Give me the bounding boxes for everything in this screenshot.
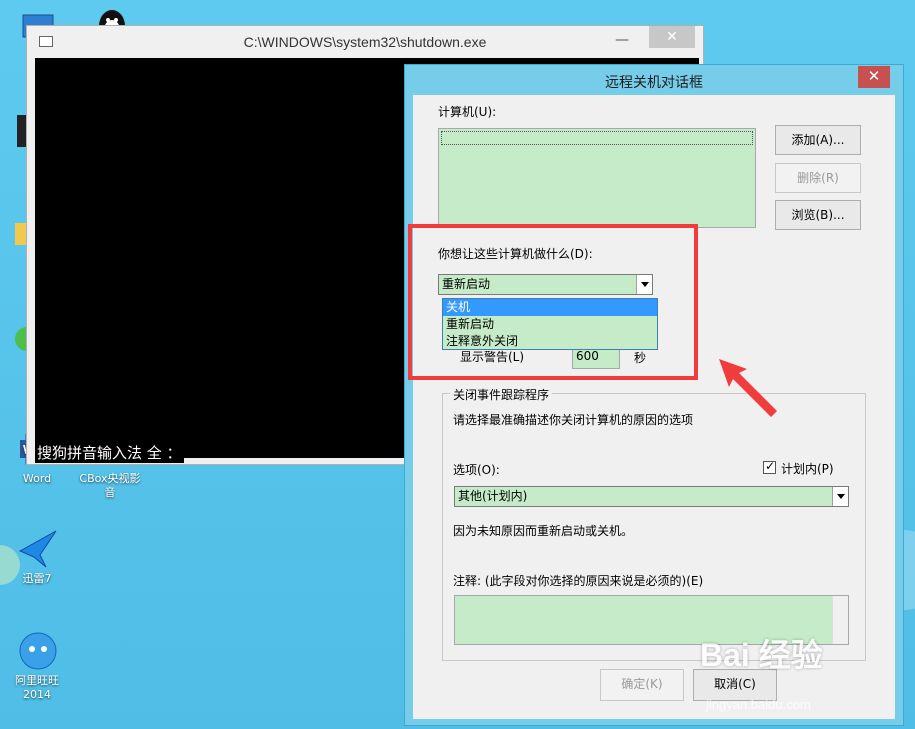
computers-label: 计算机(U): — [438, 105, 497, 119]
add-button[interactable]: 添加(A)... — [775, 125, 861, 155]
desktop-icon-label: CBox央视影音 — [79, 472, 141, 499]
reason-selected-value: 其他(计划内) — [458, 489, 528, 503]
browse-button[interactable]: 浏览(B)... — [775, 200, 861, 230]
computers-list-focus — [441, 131, 753, 145]
shutdown-event-tracker-group: 关闭事件跟踪程序 请选择最准确描述你关闭计算机的原因的选项 选项(O): 计划内… — [442, 386, 866, 661]
tracker-description: 请选择最准确描述你关闭计算机的原因的选项 — [453, 413, 694, 427]
console-titlebar[interactable]: C:\WINDOWS\system32\shutdown.exe — ✕ — [27, 26, 703, 58]
reason-description: 因为未知原因而重新启动或关机。 — [453, 524, 634, 538]
minimize-button[interactable]: — — [609, 32, 635, 50]
desktop-icon-label: 迅雷7 — [22, 572, 52, 585]
planned-label: 计划内(P) — [781, 462, 834, 476]
dialog-title: 远程关机对话框 — [605, 75, 703, 91]
wangwang-icon — [16, 630, 58, 672]
remove-button[interactable]: 删除(R) — [775, 163, 861, 193]
desktop-icon-label: 阿里旺旺2014 — [15, 674, 59, 701]
desktop-icon-xunlei[interactable]: 迅雷7 — [5, 528, 69, 586]
computers-list[interactable] — [438, 128, 756, 228]
baidu-watermark-url: jingyan.baidu.com — [706, 697, 811, 712]
desktop-icon-label: Word — [22, 472, 52, 485]
dialog-close-button[interactable]: ✕ — [858, 66, 890, 88]
reason-select[interactable]: 其他(计划内) — [454, 486, 849, 507]
red-arrow-icon — [719, 359, 777, 417]
planned-checkbox[interactable] — [763, 459, 776, 474]
dialog-client-area: 计算机(U): 添加(A)... 删除(R) 浏览(B)... 你想让这些计算机… — [413, 95, 895, 719]
comment-label: 注释: (此字段对你选择的原因来说是必须的)(E) — [453, 574, 704, 588]
ime-status-bar[interactable]: 搜狗拼音输入法 全 ： — [35, 442, 184, 463]
remote-shutdown-dialog: 远程关机对话框 ✕ 计算机(U): 添加(A)... 删除(R) 浏览(B)..… — [404, 64, 904, 726]
option-label: 选项(O): — [453, 463, 500, 477]
console-title: C:\WINDOWS\system32\shutdown.exe — [243, 34, 487, 50]
ok-button[interactable]: 确定(K) — [600, 669, 684, 701]
desktop-icon-aliwangwang[interactable]: 阿里旺旺2014 — [5, 630, 69, 702]
red-highlight-box — [408, 224, 698, 380]
bird-icon — [16, 528, 58, 570]
tracker-group-title: 关闭事件跟踪程序 — [450, 386, 553, 403]
chevron-down-icon[interactable] — [832, 487, 848, 506]
baidu-watermark: Bai 经验 — [700, 637, 823, 673]
comment-scrollbar[interactable] — [832, 596, 848, 644]
console-close-button[interactable]: ✕ — [649, 26, 695, 48]
